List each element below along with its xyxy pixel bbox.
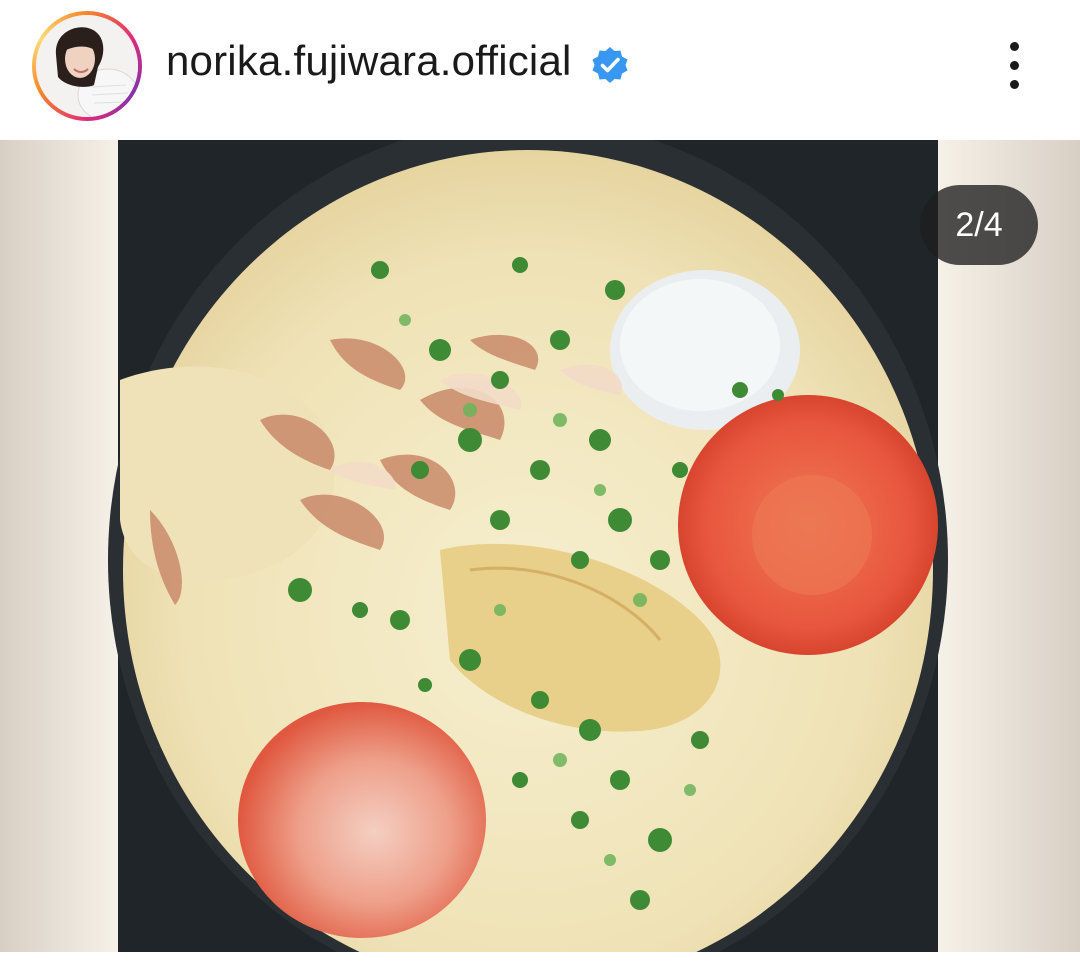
post-image[interactable]	[0, 140, 1080, 952]
avatar[interactable]	[32, 11, 142, 121]
post-footer-spacer	[0, 952, 1080, 969]
avatar-photo	[36, 15, 138, 117]
carousel-counter: 2/4	[920, 185, 1038, 265]
soup-bowl-photo	[0, 140, 1080, 952]
post-header: norika.fujiwara.official	[0, 0, 1080, 140]
more-options-icon[interactable]	[990, 38, 1038, 94]
username[interactable]: norika.fujiwara.official	[166, 37, 572, 85]
verified-badge-icon	[592, 47, 628, 83]
avatar-image-icon	[36, 15, 138, 117]
